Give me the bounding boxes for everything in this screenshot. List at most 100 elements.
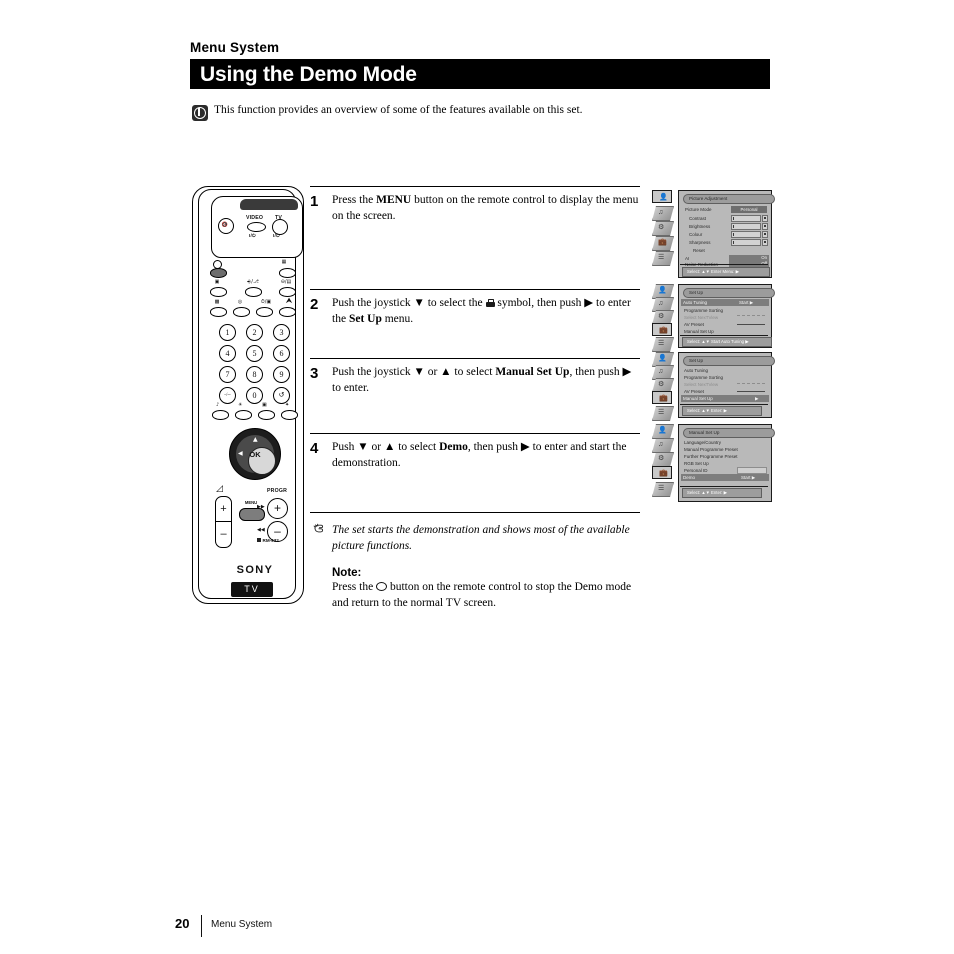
sidebar-icon-menu[interactable]: ☰: [652, 406, 674, 421]
screen-mode-button[interactable]: [279, 268, 296, 278]
intro-text: This function provides an overview of so…: [214, 104, 583, 116]
key-7[interactable]: 7: [219, 366, 236, 383]
osd-slider-colour[interactable]: [731, 231, 761, 238]
osd-line-av-preset: [737, 324, 765, 326]
key-0[interactable]: 0: [246, 387, 263, 404]
remote-top-section: 🔇 VIDEO I/⏻ TV I/⏻: [211, 196, 303, 258]
osd-row-reset[interactable]: Reset: [693, 248, 705, 254]
step-3-part1: Push the joystick ▼ or ▲ to select: [332, 366, 496, 378]
audio-mode-button[interactable]: [212, 410, 229, 420]
sidebar-icon-features[interactable]: ⚙: [652, 452, 674, 467]
picture-mode-icon: ☀: [238, 402, 243, 408]
sidebar-icon-menu[interactable]: ☰: [652, 482, 674, 497]
osd-row-auto-tuning-highlight[interactable]: Auto Tuning Start ▶: [681, 299, 769, 306]
key-6[interactable]: 6: [273, 345, 290, 362]
audio-mode-icon: ♪: [216, 402, 220, 408]
sidebar-icon-setup[interactable]: 💼: [652, 323, 672, 336]
sidebar-icon-sound[interactable]: ♫: [652, 297, 674, 312]
sidebar-icon-menu[interactable]: ☰: [652, 337, 674, 352]
sidebar-icon-picture[interactable]: 👤: [652, 352, 674, 367]
sidebar-icon-features[interactable]: ⚙: [652, 378, 674, 393]
key-9[interactable]: 9: [273, 366, 290, 383]
step-3: 3 Push the joystick ▼ or ▲ to select Man…: [310, 358, 640, 433]
joystick[interactable]: ▲ ▼ ◀ ▶ OK: [229, 428, 281, 480]
volume-icon: ◿: [216, 484, 223, 494]
osd-field-personal-id[interactable]: [737, 467, 767, 474]
osd-endbox-sharpness: [762, 239, 768, 246]
osd-slider-brightness[interactable]: [731, 223, 761, 230]
key-2[interactable]: 2: [246, 324, 263, 341]
osd-row-sharpness[interactable]: Sharpness: [689, 240, 711, 246]
key-1[interactable]: 1: [219, 324, 236, 341]
progr-label: PROGR: [267, 488, 288, 494]
sidebar-icon-menu[interactable]: ☰: [652, 251, 674, 266]
sidebar-icon-setup[interactable]: 💼: [652, 391, 672, 404]
smart-button[interactable]: [281, 410, 298, 420]
sidebar-icon-sound[interactable]: ♫: [652, 206, 674, 221]
remote-ir-window: [240, 199, 298, 210]
sidebar-icon-picture[interactable]: 👤: [652, 190, 672, 203]
sidebar-icon-features[interactable]: ⚙: [652, 221, 674, 236]
page-hold-icon: ▣: [214, 279, 220, 285]
video-power-button[interactable]: [247, 222, 266, 232]
sidebar-icon-features[interactable]: ⚙: [652, 310, 674, 325]
teletext-button[interactable]: [210, 268, 227, 278]
sidebar-icon-picture[interactable]: 👤: [652, 284, 674, 299]
sony-logo: SONY: [236, 564, 274, 576]
step-4: 4 Push ▼ or ▲ to select Demo, then push …: [310, 433, 640, 512]
tv-mode-button[interactable]: TV: [231, 582, 273, 597]
osd-endbox-contrast: [762, 215, 768, 222]
key-4[interactable]: 4: [219, 345, 236, 362]
osd-slider-contrast[interactable]: [731, 215, 761, 222]
picture-mode-button[interactable]: [235, 410, 252, 420]
sleep-timer-button[interactable]: [256, 307, 273, 317]
osd-row-rgb-set-up[interactable]: RGB Set Up: [684, 461, 709, 467]
osd-footer-4: Select: ▲▼ Enter: ▶: [682, 488, 762, 498]
sidebar-icon-sound[interactable]: ♫: [652, 365, 674, 380]
osd-dashes-nextview: [737, 383, 765, 385]
numeric-keypad: 1 2 3 4 5 6 7 8 9 -/-- 0 ↺: [211, 324, 301, 406]
pointing-hand-icon: [312, 521, 326, 535]
osd-row-av-preset[interactable]: AV Preset: [684, 322, 704, 328]
osd-row-manual-programme-preset[interactable]: Manual Programme Preset: [684, 447, 738, 453]
osd-row-brightness[interactable]: Brightness: [689, 224, 710, 230]
osd-row-picture-mode[interactable]: Picture Mode: [685, 207, 712, 213]
osd-row-language-country[interactable]: Language/Country: [684, 440, 721, 446]
subpage-button[interactable]: [233, 307, 250, 317]
footer-divider: [201, 915, 202, 937]
sidebar-icon-setup[interactable]: 💼: [652, 236, 674, 251]
setup-symbol-icon: [485, 299, 495, 307]
volume-up-button[interactable]: +: [216, 497, 231, 521]
osd-row-auto-tuning[interactable]: Auto Tuning: [684, 368, 708, 374]
osd-row-programme-sorting[interactable]: Programme Sorting: [684, 375, 723, 381]
joystick-left-icon: ◀: [238, 450, 243, 457]
programme-up-button[interactable]: +: [267, 498, 288, 519]
volume-down-button[interactable]: –: [216, 522, 231, 546]
sidebar-icon-sound[interactable]: ♫: [652, 438, 674, 453]
osd-row-demo-highlight[interactable]: Demo Start ▶: [681, 474, 769, 481]
osd-slider-sharpness[interactable]: [731, 239, 761, 246]
osd-row-colour[interactable]: Colour: [689, 232, 702, 238]
sidebar-icon-setup[interactable]: 💼: [652, 466, 672, 479]
osd-title-1: Picture Adjustment: [683, 194, 775, 204]
key-5[interactable]: 5: [246, 345, 263, 362]
key-dash[interactable]: -/--: [219, 387, 236, 404]
sidebar-icon-picture[interactable]: 👤: [652, 424, 674, 439]
up-button[interactable]: [279, 307, 296, 317]
volume-rocker[interactable]: + –: [215, 496, 232, 548]
osd-row-programme-sorting[interactable]: Programme Sorting: [684, 308, 723, 314]
remote-label-video: VIDEO: [246, 215, 264, 221]
fastext-button[interactable]: [210, 307, 227, 317]
osd-value-picture-mode[interactable]: Personal: [731, 206, 767, 213]
key-3[interactable]: 3: [273, 324, 290, 341]
step-1-key: MENU: [376, 194, 412, 206]
step-4-bold: Demo: [439, 441, 468, 453]
key-8[interactable]: 8: [246, 366, 263, 383]
av-input-button[interactable]: [258, 410, 275, 420]
page-hold-button[interactable]: [210, 287, 227, 297]
osd-row-manual-set-up-highlight[interactable]: Manual Set Up ▶: [681, 395, 769, 402]
osd-row-contrast[interactable]: Contrast: [689, 216, 706, 222]
osd-row-further-programme-preset[interactable]: Further Programme Preset: [684, 454, 738, 460]
video-power-label: I/⏻: [249, 233, 256, 238]
reveal-button[interactable]: [245, 287, 262, 297]
